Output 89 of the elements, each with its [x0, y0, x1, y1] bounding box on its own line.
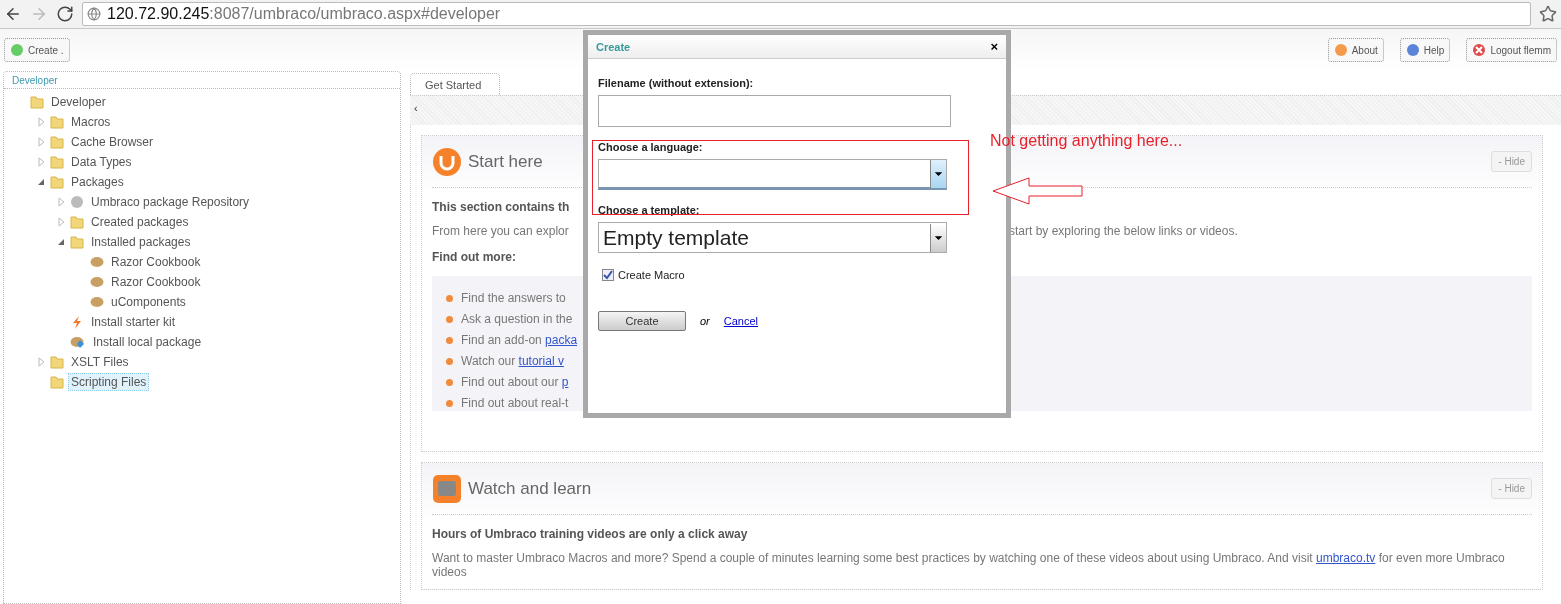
- body-text: From here you can explor: [432, 224, 570, 238]
- filename-field[interactable]: [598, 95, 951, 127]
- tree-item[interactable]: Macros: [68, 113, 114, 131]
- help-button[interactable]: Help: [1399, 38, 1451, 62]
- folder-icon: [50, 155, 64, 169]
- body-text: Want to master Umbraco Macros and more? Spend a couple of minutes learning some best practices by watching one of these videos about using Umbraco. And visit umbraco.tv for even more Umbraco videos: [432, 551, 1506, 579]
- panel-title: Watch and learn: [468, 478, 593, 499]
- package-icon: [90, 275, 104, 289]
- disc-icon: [70, 195, 84, 209]
- globe-icon: [87, 7, 101, 21]
- checkbox[interactable]: [602, 269, 614, 281]
- cancel-link[interactable]: Cancel: [723, 315, 759, 327]
- address-bar[interactable]: 120.72.90.245:8087/umbraco/umbraco.aspx#developer: [82, 2, 1531, 26]
- bullet-icon: [446, 357, 453, 365]
- bullet-icon: [446, 315, 453, 323]
- tab[interactable]: Get Started: [410, 73, 500, 95]
- close-button[interactable]: ×: [990, 39, 998, 54]
- tree-item[interactable]: Install local package: [90, 333, 205, 351]
- list-item-text: Find out about our p: [461, 375, 569, 389]
- bullet-icon: [446, 399, 453, 407]
- section-heading: This section contains th: [432, 200, 570, 214]
- tree-item[interactable]: Install starter kit: [88, 313, 179, 331]
- bullet-icon: [446, 336, 453, 344]
- field-label: Filename (without extension):: [598, 77, 755, 89]
- list-item-text: Watch our tutorial v: [461, 354, 564, 368]
- tree-item[interactable]: Data Types: [68, 153, 135, 171]
- list-item-text: Ask a question in the: [461, 312, 573, 326]
- tree-item[interactable]: Scripting Files: [68, 373, 150, 391]
- section-heading: Hours of Umbraco training videos are only a click away: [432, 527, 748, 541]
- annotation-text: Not getting anything here...: [990, 132, 1183, 150]
- scroll-arrow[interactable]: ‹: [414, 102, 418, 114]
- tree-item[interactable]: uComponents: [108, 293, 189, 311]
- folder-icon: [30, 95, 44, 109]
- lightning-icon: [70, 315, 84, 329]
- tree-item[interactable]: Razor Cookbook: [108, 273, 204, 291]
- folder-icon: [50, 115, 64, 129]
- package-icon: [70, 335, 86, 349]
- package-icon: [90, 255, 104, 269]
- section-heading: Find out more:: [432, 250, 516, 264]
- link[interactable]: umbraco.tv: [1316, 551, 1376, 565]
- link[interactable]: tutorial v: [518, 354, 564, 368]
- panel-title: Start here: [468, 151, 544, 172]
- tree-item[interactable]: Developer: [48, 93, 109, 111]
- list-item-text: Find the answers to: [461, 291, 566, 305]
- panel-title: Developer: [4, 72, 400, 89]
- or-text: or: [700, 315, 710, 327]
- link[interactable]: packa: [545, 333, 578, 347]
- back-icon[interactable]: [4, 5, 22, 23]
- caret-icon: [930, 223, 946, 252]
- dialog-title: Create: [596, 40, 631, 53]
- folder-icon: [50, 375, 64, 389]
- logo-icon: [432, 146, 462, 177]
- tree-item[interactable]: Created packages: [88, 213, 192, 231]
- bullet-icon: [446, 294, 453, 302]
- link[interactable]: p: [561, 375, 569, 389]
- package-icon: [90, 295, 104, 309]
- folder-icon: [70, 215, 84, 229]
- tree-item[interactable]: Umbraco package Repository: [88, 193, 253, 211]
- folder-icon: [70, 235, 84, 249]
- tv-icon: [432, 473, 462, 504]
- folder-icon: [50, 355, 64, 369]
- list-item-text: Find an add-on packa: [461, 333, 578, 347]
- folder-icon: [50, 135, 64, 149]
- forward-icon[interactable]: [30, 5, 48, 23]
- circle-icon: [1333, 43, 1348, 57]
- close-icon: [1472, 43, 1487, 57]
- create-button[interactable]: Create: [598, 311, 686, 331]
- reload-icon[interactable]: [56, 5, 74, 23]
- create-button[interactable]: Create .: [4, 38, 70, 62]
- tree-item[interactable]: Cache Browser: [68, 133, 157, 151]
- checkbox-label: Create Macro: [618, 269, 685, 281]
- expander-icon[interactable]: [56, 237, 66, 247]
- expander-icon[interactable]: [36, 177, 46, 187]
- language-dropdown[interactable]: [598, 159, 947, 190]
- tree-item[interactable]: Packages: [68, 173, 127, 191]
- bullet-icon: [446, 378, 453, 386]
- field-label: Choose a language:: [598, 141, 704, 153]
- list-item-text: Find out about real-t: [461, 396, 569, 410]
- tree-item[interactable]: Installed packages: [88, 233, 194, 251]
- logout-button[interactable]: Logout flemm: [1466, 38, 1557, 62]
- url-text: 120.72.90.245:8087/umbraco/umbraco.aspx#developer: [107, 5, 501, 23]
- tree-item[interactable]: Razor Cookbook: [108, 253, 204, 271]
- folder-icon: [50, 175, 64, 189]
- field-label: Choose a template:: [598, 204, 701, 216]
- star-icon[interactable]: [1539, 5, 1557, 23]
- template-dropdown[interactable]: Empty template: [598, 222, 947, 253]
- about-button[interactable]: About: [1327, 38, 1384, 62]
- tree-item[interactable]: XSLT Files: [68, 353, 132, 371]
- caret-icon: [930, 159, 946, 188]
